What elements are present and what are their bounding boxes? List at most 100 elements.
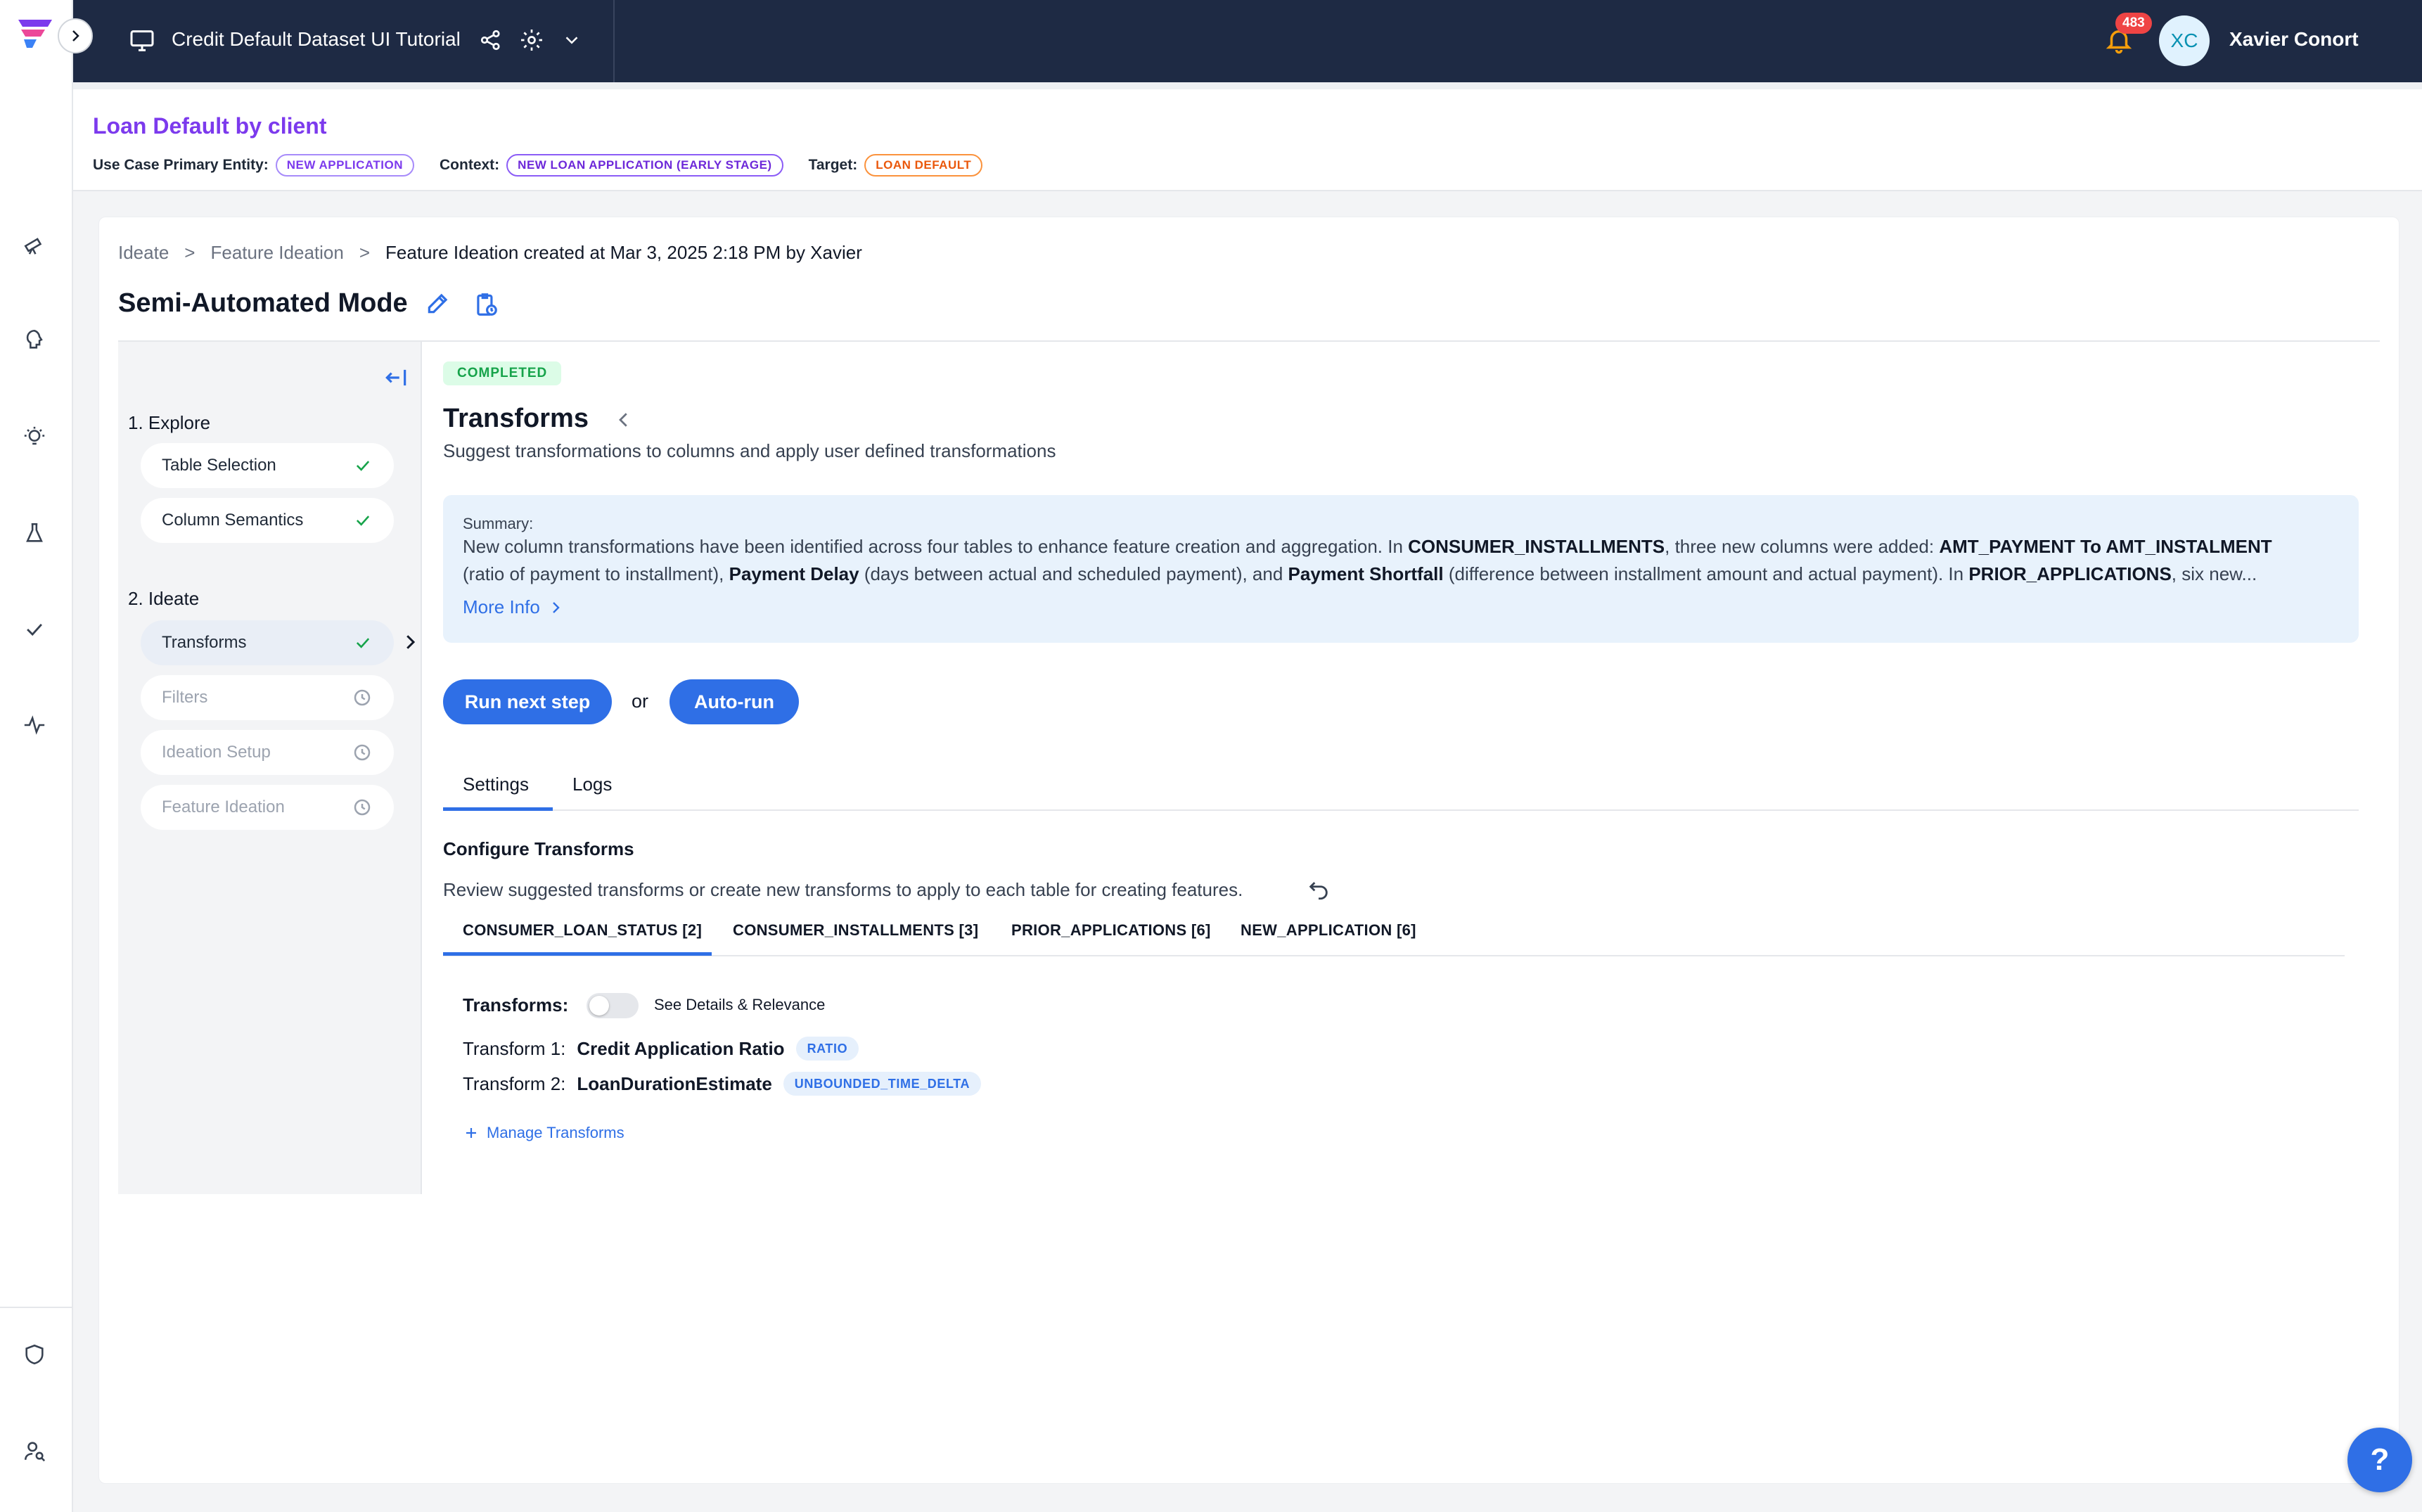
entity-label: Use Case Primary Entity: (93, 157, 269, 173)
breadcrumb-ideate[interactable]: Ideate (118, 242, 169, 264)
transform-name[interactable]: Credit Application Ratio (577, 1038, 784, 1060)
run-next-step-button[interactable]: Run next step (443, 679, 612, 724)
transform-type-badge: UNBOUNDED_TIME_DELTA (783, 1072, 982, 1096)
clock-pending-icon (354, 689, 371, 706)
back-chevron-icon[interactable] (613, 409, 634, 430)
table-tabs-underline (443, 955, 2345, 956)
user-name[interactable]: Xavier Conort (2229, 28, 2359, 51)
use-case-title[interactable]: Loan Default by client (93, 113, 326, 139)
shield-icon[interactable] (18, 1338, 51, 1371)
manage-transforms-label: Manage Transforms (487, 1124, 624, 1141)
step-label: Transforms (162, 633, 247, 652)
plus-icon (466, 1128, 476, 1138)
summary-text: (difference between installment amount a… (1443, 563, 1969, 584)
table-tab-consumer-installments[interactable]: CONSUMER_INSTALLMENTS [3] (733, 921, 978, 940)
breadcrumb: Ideate > Feature Ideation > Feature Idea… (118, 242, 862, 264)
brain-icon[interactable] (18, 323, 51, 356)
avatar[interactable]: XC (2159, 15, 2210, 66)
summary-text: , six new... (2171, 563, 2257, 584)
more-info-link[interactable]: More Info (463, 596, 564, 618)
expand-rail-button[interactable] (58, 18, 93, 53)
gear-icon[interactable] (519, 27, 544, 53)
configure-description: Review suggested transforms or create ne… (443, 879, 1243, 900)
manage-transforms-link[interactable]: Manage Transforms (463, 1124, 624, 1142)
more-info-label: More Info (463, 596, 540, 617)
chevron-right-icon (552, 601, 560, 613)
rail-divider (0, 1307, 73, 1308)
step-column-semantics[interactable]: Column Semantics (141, 498, 394, 543)
transform-row: Transform 2: LoanDurationEstimate UNBOUN… (463, 1072, 982, 1096)
summary-text: New column transformations have been ide… (463, 536, 1409, 557)
target-label: Target: (808, 157, 858, 173)
checkmark-icon (356, 638, 370, 648)
checkmark-icon[interactable] (18, 613, 51, 646)
user-search-icon[interactable] (18, 1435, 51, 1467)
flask-icon[interactable] (18, 517, 51, 549)
transform-type-badge: RATIO (795, 1037, 859, 1061)
breadcrumb-feature-ideation[interactable]: Feature Ideation (210, 242, 343, 264)
summary-box: Summary: New column transformations have… (443, 495, 2359, 643)
project-title: Credit Default Dataset UI Tutorial (172, 28, 461, 50)
section-explore: 1. Explore (128, 412, 211, 433)
step-label: Table Selection (162, 456, 276, 475)
step-transforms[interactable]: Transforms (141, 620, 394, 665)
step-table-selection[interactable]: Table Selection (141, 443, 394, 488)
collapse-sidebar-icon[interactable] (383, 364, 409, 391)
chevron-right-icon (72, 30, 79, 41)
app-logo[interactable] (14, 15, 56, 52)
status-badge: COMPLETED (443, 361, 562, 385)
edit-icon[interactable] (425, 290, 451, 316)
active-tab-indicator (443, 807, 553, 811)
context-pill: NEW LOAN APPLICATION (EARLY STAGE) (506, 154, 783, 177)
summary-bold: Payment Shortfall (1288, 563, 1444, 584)
chevron-down-icon[interactable] (561, 30, 582, 51)
left-rail (0, 0, 73, 1512)
target-pill: LOAN DEFAULT (864, 154, 983, 177)
step-filters[interactable]: Filters (141, 675, 394, 720)
checkmark-icon (356, 461, 370, 471)
lightbulb-icon[interactable] (18, 421, 51, 453)
clock-pending-icon (354, 799, 371, 816)
summary-bold: CONSUMER_INSTALLMENTS (1408, 536, 1665, 557)
checkmark-icon (356, 515, 370, 526)
share-icon[interactable] (478, 27, 504, 53)
summary-text: (ratio of payment to installment), (463, 563, 729, 584)
transform-name[interactable]: LoanDurationEstimate (577, 1073, 771, 1095)
undo-icon[interactable] (1307, 878, 1331, 902)
details-toggle[interactable] (587, 993, 639, 1018)
transform-prefix: Transform 1: (463, 1037, 566, 1059)
tabs-underline (443, 809, 2359, 811)
help-button[interactable]: ? (2347, 1428, 2412, 1492)
step-feature-ideation[interactable]: Feature Ideation (141, 785, 394, 830)
clipboard-icon[interactable] (473, 291, 499, 318)
breadcrumb-separator: > (184, 242, 196, 263)
notification-count-badge: 483 (2115, 13, 2152, 34)
project-selector[interactable]: Credit Default Dataset UI Tutorial (73, 0, 615, 82)
transform-row: Transform 1: Credit Application Ratio RA… (463, 1037, 859, 1061)
table-tab-new-application[interactable]: NEW_APPLICATION [6] (1241, 921, 1416, 940)
table-tab-prior-applications[interactable]: PRIOR_APPLICATIONS [6] (1011, 921, 1211, 940)
pulse-icon[interactable] (18, 709, 51, 741)
summary-label: Summary: (463, 515, 534, 532)
active-table-tab-indicator (443, 952, 712, 956)
page-title: Semi-Automated Mode (118, 288, 408, 318)
context-label: Context: (440, 157, 500, 173)
tab-logs[interactable]: Logs (572, 774, 612, 795)
section-ideate: 2. Ideate (128, 588, 200, 609)
summary-line-2: (ratio of payment to installment), Payme… (463, 563, 2257, 585)
use-case-header: Loan Default by client Use Case Primary … (73, 82, 2422, 191)
tab-settings[interactable]: Settings (463, 774, 529, 795)
entity-row: Use Case Primary Entity: NEW APPLICATION… (93, 154, 983, 177)
transforms-label: Transforms: (463, 994, 569, 1016)
toggle-knob (589, 996, 609, 1016)
summary-text: , three new columns were added: (1665, 536, 1940, 557)
table-tab-consumer-loan-status[interactable]: CONSUMER_LOAN_STATUS [2] (463, 921, 702, 940)
step-label: Feature Ideation (162, 797, 285, 816)
clock-pending-icon (354, 744, 371, 761)
summary-text: (days between actual and scheduled payme… (859, 563, 1288, 584)
auto-run-button[interactable]: Auto-run (669, 679, 799, 724)
summary-bold: AMT_PAYMENT To AMT_INSTALMENT (1939, 536, 2272, 557)
telescope-icon[interactable] (18, 228, 51, 260)
step-ideation-setup[interactable]: Ideation Setup (141, 730, 394, 775)
breadcrumb-separator: > (359, 242, 371, 263)
